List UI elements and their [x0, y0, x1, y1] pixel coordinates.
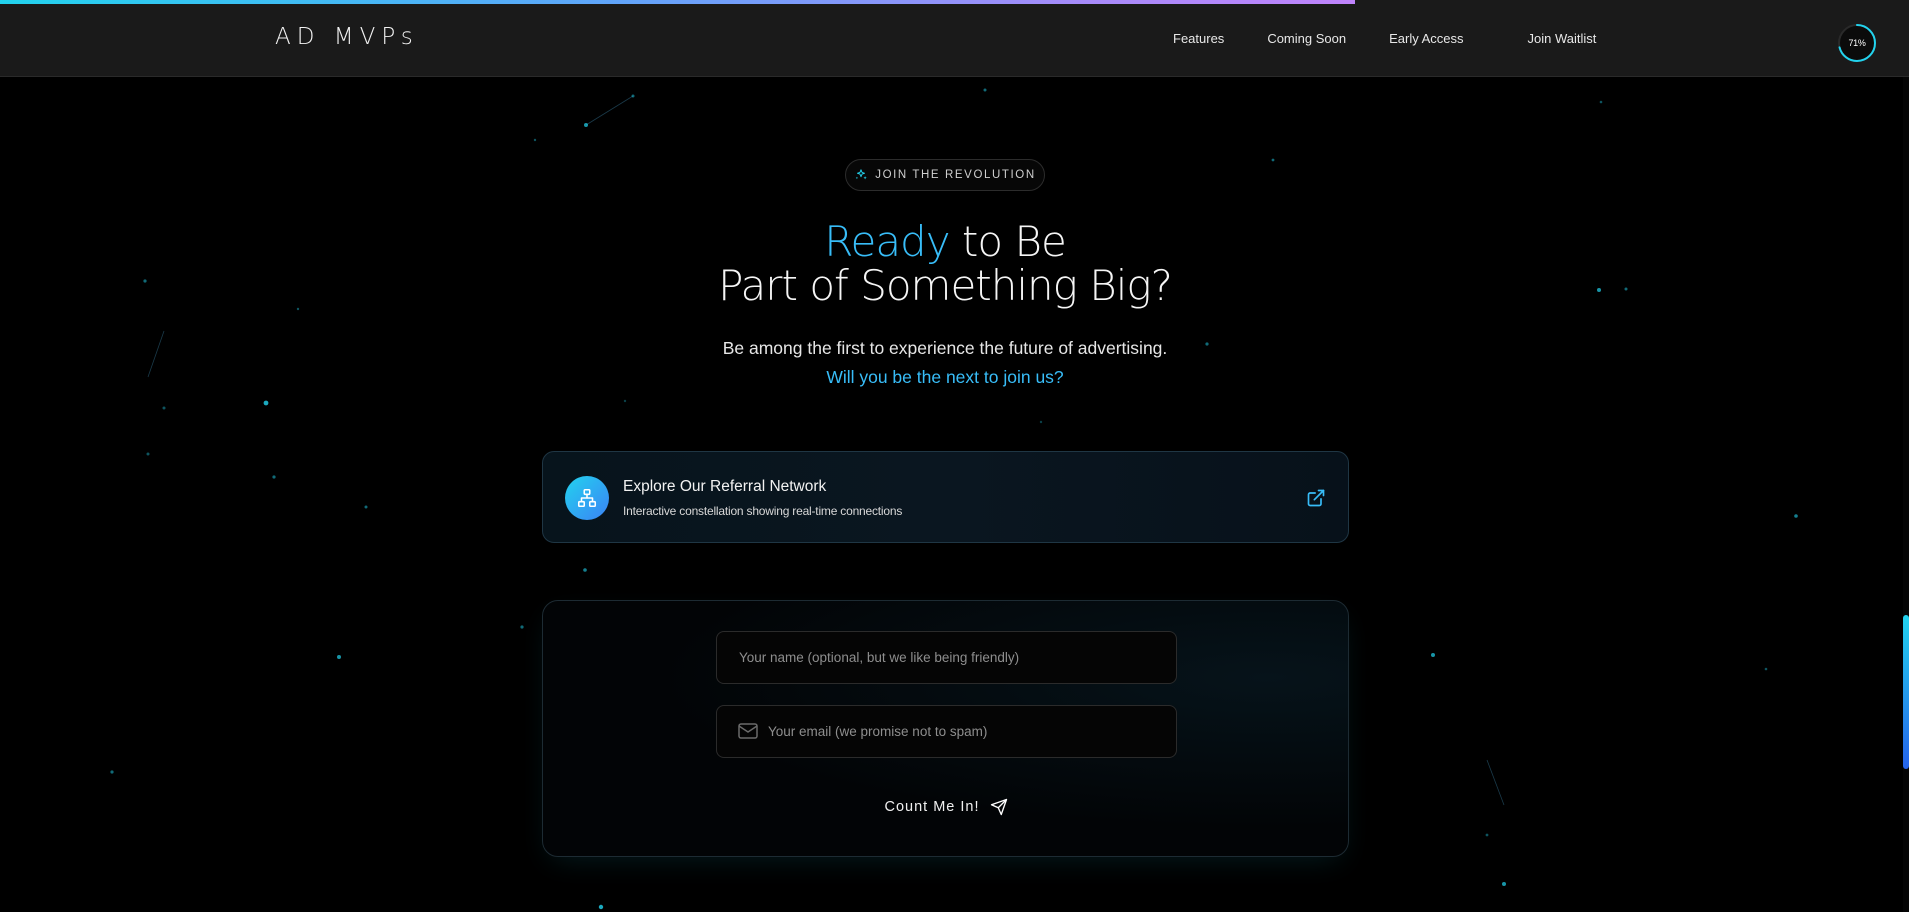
headline-accent: Ready	[824, 217, 950, 266]
top-navbar: AD MVPs Features Coming Soon Early Acces…	[0, 0, 1909, 77]
referral-description: Interactive constellation showing real-t…	[623, 504, 903, 518]
referral-title: Explore Our Referral Network	[623, 478, 827, 495]
scroll-progress-bar	[0, 0, 1909, 4]
scrollbar-thumb[interactable]	[1903, 615, 1909, 769]
mail-icon	[738, 723, 758, 739]
submit-label: Count Me In!	[884, 799, 980, 815]
hero-headline: Ready to Be Part of Something Big?	[0, 220, 1890, 308]
waitlist-form: Count Me In!	[542, 600, 1349, 857]
nav-link-early-access[interactable]: Early Access	[1389, 31, 1463, 46]
name-field[interactable]	[716, 631, 1177, 684]
send-icon	[990, 798, 1007, 816]
badge-label: JOIN THE REVOLUTION	[875, 169, 1036, 181]
nav-links: Features Coming Soon Early Access Join W…	[1173, 31, 1596, 46]
page-scrollbar[interactable]	[1903, 77, 1909, 912]
network-icon	[565, 476, 609, 520]
name-input[interactable]	[739, 632, 1159, 683]
hero-subtitle: Be among the first to experience the fut…	[722, 338, 1168, 358]
brand-logo[interactable]: AD MVPs	[275, 24, 419, 50]
count-me-in-button[interactable]: Count Me In!	[863, 789, 1029, 825]
nav-link-features[interactable]: Features	[1173, 31, 1224, 46]
scroll-progress-ring: 71%	[1837, 23, 1877, 63]
referral-network-card[interactable]: Explore Our Referral Network Interactive…	[542, 451, 1349, 543]
sparkles-icon	[855, 169, 867, 180]
headline-line2: Part of Something Big?	[718, 261, 1173, 310]
nav-link-coming-soon[interactable]: Coming Soon	[1267, 31, 1346, 46]
scroll-progress-fill	[0, 0, 1356, 4]
join-revolution-badge: JOIN THE REVOLUTION	[845, 159, 1045, 191]
nav-link-join-waitlist[interactable]: Join Waitlist	[1528, 31, 1597, 46]
email-input[interactable]	[768, 706, 1158, 757]
headline-line1-rest: to Be	[949, 217, 1067, 266]
hero-subtitle-accent: Will you be the next to join us?	[826, 367, 1064, 387]
email-field[interactable]	[716, 705, 1177, 758]
external-link-icon[interactable]	[1306, 488, 1326, 508]
scroll-progress-label: 71%	[1848, 38, 1866, 48]
